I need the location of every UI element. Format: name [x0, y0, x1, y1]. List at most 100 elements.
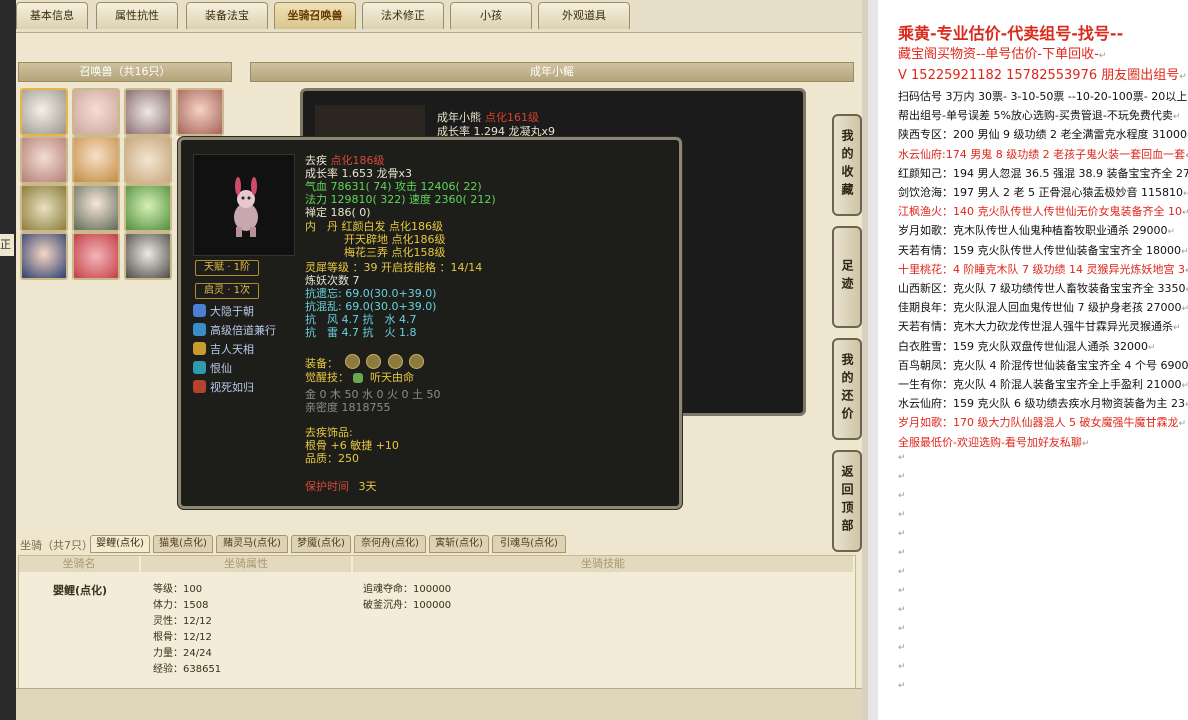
tab-attr-resist[interactable]: 属性抗性	[96, 2, 178, 29]
mount-tab[interactable]: 婴鲤(点化)	[90, 535, 150, 553]
spirit-badge: 启灵 · 1次	[195, 283, 259, 299]
document-line-text: 佳期良年：克火队混人回血鬼传世仙 7 级护身老孩 27000	[898, 301, 1182, 315]
my-offers-button[interactable]: 我的还价	[832, 338, 862, 440]
pet-res-wind-water: 抗 风 4.7 抗 水 4.7	[305, 313, 417, 326]
pet-res-thunder-fire: 抗 雷 4.7 抗 火 1.8	[305, 326, 417, 339]
document-line: 白衣胜雪：159 克火队双盘传世仙混人通杀 32000↵	[898, 338, 1156, 357]
document-line: 岁月如歌：克木队传世人仙鬼种植畜牧职业通杀 29000↵	[898, 222, 1175, 241]
summon-avatar[interactable]	[72, 88, 120, 136]
mount-tab[interactable]: 猫鬼(点化)	[153, 535, 213, 553]
protect-label: 保护时间	[305, 480, 349, 493]
equip-icon[interactable]	[344, 354, 360, 369]
skill-label: 视死如归	[210, 381, 254, 394]
tab-mount-summon[interactable]: 坐骑召唤兽	[274, 2, 356, 29]
pet-skill[interactable]: 恨仙	[193, 361, 232, 377]
document-line: 百鸟朝凤：克火队 4 阶混传世仙装备宝宝齐全 4 个号 6900↵	[898, 357, 1188, 376]
document-title: 乘黄-专业估价-代卖组号-找号--	[898, 24, 1124, 43]
paragraph-mark-icon: ↵	[1181, 304, 1188, 315]
mount-tab[interactable]: 奈何舟(点化)	[354, 535, 426, 553]
pet-neidan-1: 内 丹 红颜白发 点化186级	[305, 220, 443, 233]
pet-awaken-line: 觉醒技： 听天由命	[305, 371, 414, 384]
tab-child[interactable]: 小孩	[450, 2, 532, 29]
pet-detail-tooltip: 去疾 点化186级 成长率 1.653 龙骨x3 气血 78631( 74) 攻…	[178, 137, 682, 509]
paragraph-mark-icon: ↵	[898, 528, 906, 539]
document-line-text: 十里桃花：4 阶睡克木队 7 级功绩 14 灵猴异光炼妖地宫 3	[898, 262, 1185, 276]
footprint-button[interactable]: 足迹	[832, 226, 862, 328]
tab-basic-info[interactable]: 基本信息	[16, 2, 88, 29]
document-line: 江枫渔火：140 克火队传世人传世仙无价女鬼装备齐全 10↵	[898, 203, 1188, 222]
document-line: 岁月如歌：170 级大力队仙器混人 5 破女魔强牛魔甘霖龙↵	[898, 414, 1186, 433]
pet-kinship: 亲密度 1818755	[305, 401, 391, 414]
pet-yao-count: 炼妖次数 7	[305, 274, 360, 287]
skill-icon	[193, 342, 206, 355]
summon-avatar[interactable]	[124, 232, 172, 280]
skill-icon	[193, 380, 206, 393]
my-favorites-button[interactable]: 我的收藏	[832, 114, 862, 216]
document-line-text: 百鸟朝凤：克火队 4 阶混传世仙装备宝宝齐全 4 个号 6900	[898, 358, 1188, 372]
summon-avatar[interactable]	[20, 232, 68, 280]
summon-avatar[interactable]	[72, 184, 120, 232]
game-window: 基本信息 属性抗性 装备法宝 坐骑召唤兽 法术修正 小孩 外观道具 召唤兽（共1…	[0, 0, 868, 720]
paragraph-mark-icon: ↵	[898, 471, 906, 482]
document-panel: 乘黄-专业估价-代卖组号-找号-- 藏宝阁买物资--单号估价-下单回收-↵ V 1…	[868, 0, 1188, 720]
paragraph-mark-icon: ↵	[898, 452, 906, 463]
summon-avatar[interactable]	[72, 232, 120, 280]
mount-col-header: 坐骑技能	[353, 556, 853, 572]
mount-tab[interactable]: 赌灵马(点化)	[216, 535, 288, 553]
summon-avatar[interactable]	[20, 88, 68, 136]
mount-tab[interactable]: 引魂鸟(点化)	[492, 535, 566, 553]
document-line-text: 剑饮沧海：197 男人 2 老 5 正骨混心猿盂极妙音 115810	[898, 186, 1183, 199]
mount-tab[interactable]: 梦魇(点化)	[291, 535, 351, 553]
document-line: 红颜知己：194 男人忽混 36.5 强混 38.9 装备宝宝齐全 270↵	[898, 165, 1188, 184]
mount-attr: 等级：100	[153, 584, 203, 595]
left-edge-button[interactable]: 正	[0, 234, 14, 256]
document-line-text: 扫码估号 3万内 30票- 3-10-50票 --10-20-100票- 20以…	[898, 90, 1188, 103]
mount-tab-bar: 婴鲤(点化) 猫鬼(点化) 赌灵马(点化) 梦魇(点化) 奈何舟(点化) 寅斩(…	[16, 535, 836, 553]
paragraph-mark-icon: ↵	[1147, 342, 1156, 353]
mount-attr: 体力：1508	[153, 600, 209, 611]
document-line: 天若有情：159 克火队传世人传世仙装备宝宝齐全 18000↵	[898, 242, 1188, 261]
tab-appearance[interactable]: 外观道具	[538, 2, 630, 29]
mount-attr: 力量：24/24	[153, 648, 212, 659]
adult-section-header: 成年小鳐	[250, 62, 854, 82]
mount-tab[interactable]: 寅斩(点化)	[429, 535, 489, 553]
tab-equipment[interactable]: 装备法宝	[186, 2, 268, 29]
document-margin	[868, 0, 878, 720]
summon-avatar[interactable]	[176, 88, 224, 136]
paragraph-mark-icon: ↵	[898, 604, 906, 615]
back-to-top-button[interactable]: 返回顶部	[832, 450, 862, 552]
equip-icon[interactable]	[366, 354, 381, 369]
pet-growth: 成长率 1.653 龙骨x3	[305, 167, 412, 180]
document-line: 扫码估号 3万内 30票- 3-10-50票 --10-20-100票- 20以…	[898, 88, 1188, 107]
trinket-quality: 品质：250	[305, 452, 359, 465]
pet-skill[interactable]: 视死如归	[193, 380, 254, 396]
summon-avatar[interactable]	[124, 184, 172, 232]
pet-skill[interactable]: 高级倍道兼行	[193, 323, 276, 339]
awaken-label: 觉醒技：	[305, 371, 349, 384]
paragraph-mark-icon: ↵	[898, 509, 906, 520]
pet-res-chaos: 抗混乱: 69.0(30.0+39.0)	[305, 300, 437, 313]
skill-icon	[193, 361, 206, 374]
left-dark-strip	[0, 0, 16, 720]
summon-avatar[interactable]	[124, 88, 172, 136]
awaken-skill: 听天由命	[370, 371, 414, 384]
tab-spell-fix[interactable]: 法术修正	[362, 2, 444, 29]
document-line-text: V 15225921182 15782553976 朋友圈出组号	[898, 68, 1180, 83]
paragraph-mark-icon: ↵	[898, 547, 906, 558]
summon-avatar[interactable]	[124, 136, 172, 184]
summon-avatar[interactable]	[20, 136, 68, 184]
pet-portrait	[193, 154, 295, 256]
equip-icon[interactable]	[387, 354, 403, 369]
mount-attr: 灵性：12/12	[153, 616, 212, 627]
pet-skill[interactable]: 吉人天相	[193, 342, 254, 358]
summon-avatar[interactable]	[72, 136, 120, 184]
paragraph-mark-icon: ↵	[898, 623, 906, 634]
equip-icon[interactable]	[409, 354, 424, 369]
pet-skill[interactable]: 大隐于朝	[193, 304, 254, 320]
paragraph-mark-icon: ↵	[898, 490, 906, 501]
protect-line: 保护时间 3天	[305, 480, 377, 493]
summon-avatar[interactable]	[20, 184, 68, 232]
trinket-title: 去疾饰品:	[305, 426, 353, 439]
mount-name: 婴鲤(点化)	[53, 584, 108, 597]
document-line: 藏宝阁买物资--单号估价-下单回收-↵	[898, 46, 1106, 65]
